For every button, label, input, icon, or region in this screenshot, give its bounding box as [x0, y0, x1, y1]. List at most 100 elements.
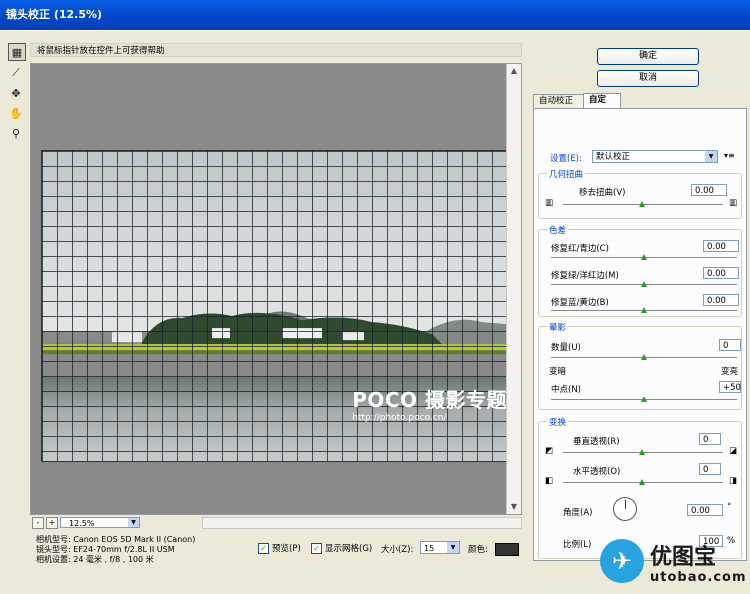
hand-tool-icon[interactable]: ✋: [8, 105, 24, 121]
blue-yellow-slider[interactable]: [551, 307, 737, 313]
watermark: POCO 摄影专题 http://photo.poco.cn/: [352, 384, 507, 423]
settings-select[interactable]: 默认校正 ▼: [592, 150, 718, 163]
slider-knob[interactable]: [641, 281, 647, 287]
slider-knob[interactable]: [641, 396, 647, 402]
slider-knob[interactable]: [639, 449, 645, 455]
lighten-label: 变亮: [721, 367, 739, 377]
vignette-amount-label: 数量(U): [551, 343, 581, 353]
red-cyan-label: 修复红/青边(C): [551, 244, 609, 254]
chevron-down-icon: ▼: [705, 151, 717, 162]
watermark-url: http://photo.poco.cn/: [352, 413, 447, 423]
chevron-down-icon: ▼: [128, 518, 139, 527]
check-icon[interactable]: ✓: [311, 542, 322, 554]
red-cyan-slider[interactable]: [551, 254, 737, 260]
barrel-icon: ▥: [729, 198, 738, 208]
vertical-scrollbar[interactable]: ▲ ▼: [506, 64, 521, 514]
red-cyan-field[interactable]: 0.00: [703, 240, 739, 252]
chromatic-aberration-group: 色差 修复红/青边(C) 0.00 修复绿/洋红边(M) 0.00 修复蓝/黄边…: [538, 224, 742, 317]
chevron-down-icon: ▼: [447, 542, 459, 553]
logo-en-text: utobao.com: [650, 570, 747, 585]
horizontal-scrollbar[interactable]: [202, 517, 522, 529]
remove-distortion-tool-icon[interactable]: ▦: [8, 43, 26, 61]
zoom-select[interactable]: 12.5% ▼: [60, 517, 140, 528]
green-magenta-field[interactable]: 0.00: [703, 267, 739, 279]
group-title: 晕影: [547, 321, 569, 333]
show-grid-label: 显示网格(G): [325, 544, 373, 554]
toolbox: ▦ ⟋ ✥ ✋ ⚲: [8, 43, 26, 145]
zoom-in-button[interactable]: +: [46, 517, 58, 529]
settings-label: 设置(E):: [550, 154, 582, 164]
tab-auto-correction[interactable]: 自动校正: [533, 94, 585, 108]
vertical-perspective-slider[interactable]: [563, 449, 723, 455]
angle-label: 角度(A): [563, 508, 593, 518]
green-magenta-label: 修复绿/洋红边(M): [551, 271, 619, 281]
lens-model: 镜头型号: EF24-70mm f/2.8L II USM: [36, 545, 175, 554]
remove-distortion-slider[interactable]: [563, 201, 723, 207]
angle-dial[interactable]: [613, 497, 637, 521]
slider-knob[interactable]: [641, 354, 647, 360]
horizontal-perspective-field[interactable]: 0: [699, 463, 721, 475]
slider-knob[interactable]: [641, 254, 647, 260]
settings-menu-icon[interactable]: ▾≡: [724, 151, 735, 160]
horizontal-perspective-right-icon: ◨: [729, 476, 738, 486]
pincushion-icon: ▥: [545, 198, 554, 208]
group-title: 几何扭曲: [547, 168, 586, 180]
remove-distortion-field[interactable]: 0.00: [691, 184, 727, 196]
slider-knob[interactable]: [639, 479, 645, 485]
preview-checkbox[interactable]: ✓ 预览(P): [258, 542, 301, 554]
zoom-tool-icon[interactable]: ⚲: [8, 125, 24, 141]
horizontal-perspective-left-icon: ◧: [545, 476, 554, 486]
scroll-up-icon[interactable]: ▲: [507, 64, 521, 78]
darken-label: 变暗: [549, 367, 567, 377]
midpoint-label: 中点(N): [551, 385, 581, 395]
site-logo: ✈ 优图宝 utobao.com: [600, 537, 750, 594]
midpoint-field[interactable]: +50: [719, 381, 741, 393]
straighten-tool-icon[interactable]: ⟋: [8, 65, 24, 81]
blue-yellow-field[interactable]: 0.00: [703, 294, 739, 306]
camera-model: 相机型号: Canon EOS 5D Mark II (Canon): [36, 535, 196, 544]
vignette-group: 晕影 数量(U) 0 变暗 变亮 中点(N) +50: [538, 321, 742, 410]
zoom-out-button[interactable]: -: [32, 517, 44, 529]
zoom-value: 12.5%: [69, 519, 95, 528]
midpoint-slider[interactable]: [551, 396, 737, 402]
zoom-bar: - + 12.5% ▼: [30, 517, 522, 529]
watermark-main: POCO 摄影专题: [352, 388, 507, 412]
degree-unit: °: [727, 502, 732, 512]
vertical-perspective-field[interactable]: 0: [699, 433, 721, 445]
angle-field[interactable]: 0.00: [687, 504, 723, 516]
help-text: 将鼠标指针放在控件上可获得帮助: [37, 46, 165, 56]
vertical-perspective-right-icon: ◪: [729, 446, 738, 456]
bird-logo-icon: ✈: [600, 539, 644, 583]
camera-info: 相机型号: Canon EOS 5D Mark II (Canon) 镜头型号:…: [36, 535, 195, 565]
group-title: 变换: [547, 416, 569, 428]
size-label: 大小(Z):: [381, 545, 414, 555]
horizontal-perspective-slider[interactable]: [563, 479, 723, 485]
ok-button[interactable]: 确定: [597, 48, 699, 65]
preview-label: 预览(P): [272, 544, 301, 554]
green-magenta-slider[interactable]: [551, 281, 737, 287]
dialog-body: ▦ ⟋ ✥ ✋ ⚲ 将鼠标指针放在控件上可获得帮助 POCO 摄影专题 http…: [0, 30, 750, 585]
slider-knob[interactable]: [639, 201, 645, 207]
slider-knob[interactable]: [641, 307, 647, 313]
show-grid-checkbox[interactable]: ✓ 显示网格(G): [311, 542, 372, 554]
settings-value: 默认校正: [596, 152, 631, 162]
cancel-button[interactable]: 取消: [597, 70, 699, 87]
vignette-amount-slider[interactable]: [551, 354, 737, 360]
tab-custom[interactable]: 自定: [583, 93, 621, 109]
camera-settings: 相机设置: 24 毫米 , f/8 , 100 米: [36, 555, 154, 564]
title-bar: 镜头校正 (12.5%): [0, 0, 750, 30]
preview-area[interactable]: POCO 摄影专题 http://photo.poco.cn/ ▲ ▼: [30, 63, 522, 515]
horizontal-perspective-label: 水平透视(O): [573, 467, 621, 477]
geometric-distortion-group: 几何扭曲 移去扭曲(V) 0.00 ▥ ▥: [538, 168, 742, 219]
check-icon[interactable]: ✓: [258, 542, 269, 554]
remove-distortion-label: 移去扭曲(V): [579, 188, 626, 198]
color-label: 颜色:: [468, 545, 488, 555]
vignette-amount-field[interactable]: 0: [719, 339, 741, 351]
group-title: 色差: [547, 224, 569, 236]
grid-color-swatch[interactable]: [495, 543, 519, 556]
scroll-down-icon[interactable]: ▼: [507, 500, 521, 514]
grid-size-select[interactable]: 15 ▼: [420, 541, 460, 554]
logo-cn-text: 优图宝: [650, 545, 717, 570]
vertical-perspective-label: 垂直透视(R): [573, 437, 620, 447]
move-grid-tool-icon[interactable]: ✥: [8, 85, 24, 101]
